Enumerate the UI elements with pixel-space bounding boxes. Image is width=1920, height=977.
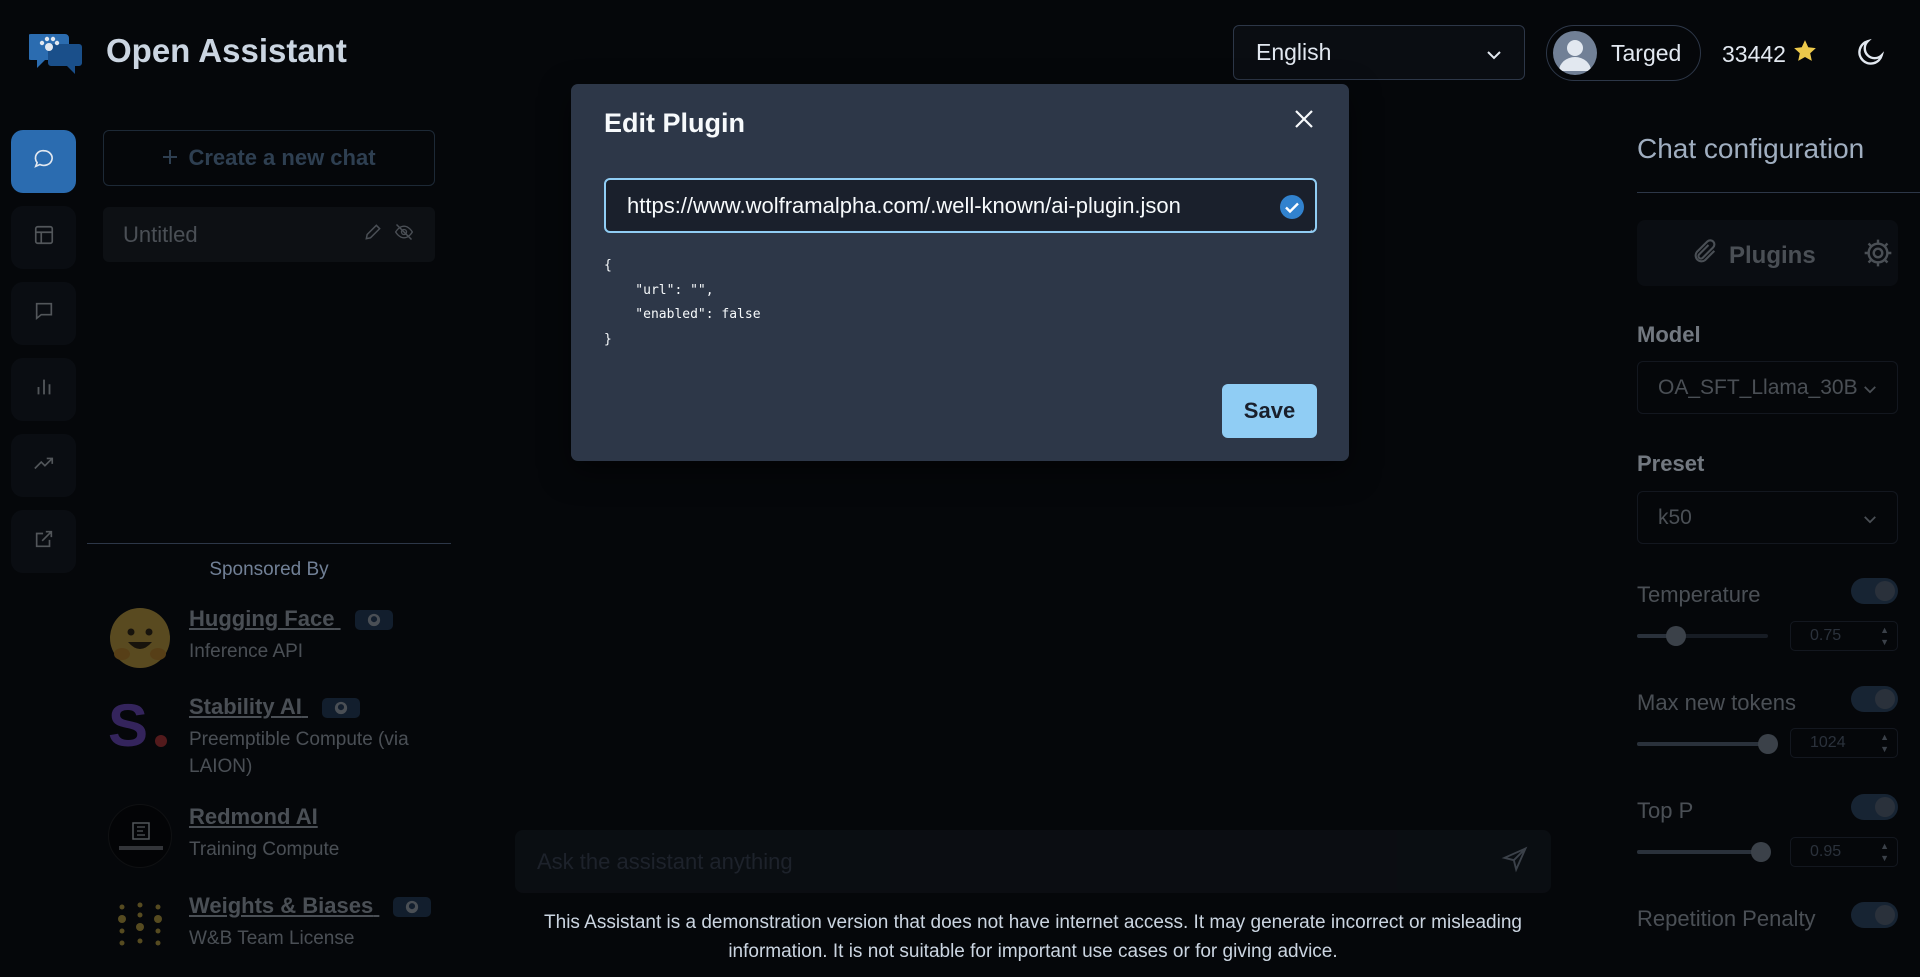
close-icon[interactable] (1289, 104, 1319, 134)
modal-title: Edit Plugin (604, 108, 745, 138)
plugin-url-input[interactable]: https://www.wolframalpha.com/.well-known… (604, 178, 1317, 233)
plugin-url-value: https://www.wolframalpha.com/.well-known… (627, 192, 1181, 218)
resize-grip-icon[interactable] (1303, 219, 1313, 231)
plugin-json-preview: { "url": "", "enabled": false } (604, 258, 761, 347)
save-button[interactable]: Save (1222, 384, 1317, 438)
edit-plugin-modal: Edit Plugin https://www.wolframalpha.com… (571, 84, 1349, 461)
check-circle-icon (1279, 194, 1305, 220)
